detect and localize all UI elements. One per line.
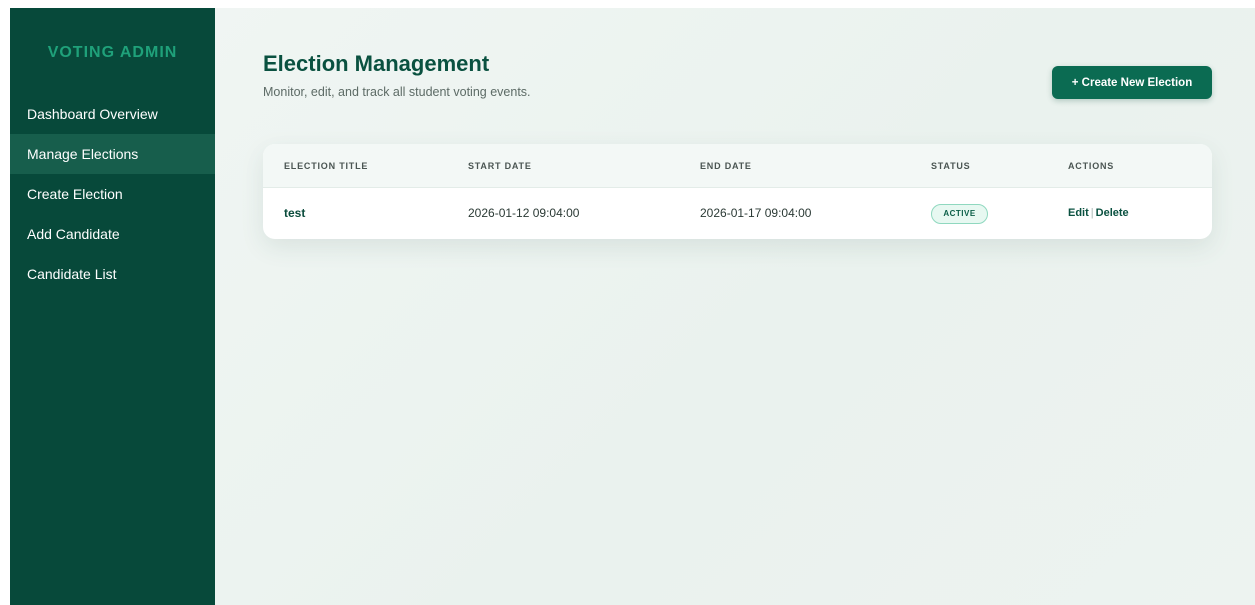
delete-link[interactable]: Delete bbox=[1096, 207, 1129, 219]
status-badge: ACTIVE bbox=[931, 204, 988, 224]
table-header: ELECTION TITLE START DATE END DATE STATU… bbox=[263, 144, 1212, 188]
row-actions: Edit | Delete bbox=[1068, 188, 1129, 239]
table-row: test 2026-01-12 09:04:00 2026-01-17 09:0… bbox=[263, 188, 1212, 239]
main-content: Election Management Monitor, edit, and t… bbox=[215, 8, 1255, 605]
column-header-start-date: START DATE bbox=[468, 161, 532, 171]
brand-logo-text: VOTING ADMIN bbox=[47, 44, 178, 61]
election-title-cell: test bbox=[284, 206, 306, 220]
sidebar-item-add-candidate[interactable]: Add Candidate bbox=[10, 214, 215, 254]
sidebar: VOTING ADMIN Dashboard Overview Manage E… bbox=[10, 8, 215, 605]
page-title: Election Management bbox=[263, 51, 490, 76]
app-frame: VOTING ADMIN Dashboard Overview Manage E… bbox=[10, 8, 1255, 605]
sidebar-item-candidate-list[interactable]: Candidate List bbox=[10, 254, 215, 294]
end-date-cell: 2026-01-17 09:04:00 bbox=[700, 206, 812, 220]
column-header-actions: ACTIONS bbox=[1068, 161, 1115, 171]
page-subtitle: Monitor, edit, and track all student vot… bbox=[263, 85, 531, 99]
edit-link[interactable]: Edit bbox=[1068, 207, 1089, 219]
column-header-end-date: END DATE bbox=[700, 161, 752, 171]
elections-table: ELECTION TITLE START DATE END DATE STATU… bbox=[263, 144, 1212, 239]
column-header-election-title: ELECTION TITLE bbox=[284, 161, 369, 171]
sidebar-item-create-election[interactable]: Create Election bbox=[10, 174, 215, 214]
start-date-cell: 2026-01-12 09:04:00 bbox=[468, 206, 580, 220]
sidebar-nav: Dashboard Overview Manage Elections Crea… bbox=[10, 94, 215, 294]
sidebar-item-manage-elections[interactable]: Manage Elections bbox=[10, 134, 215, 174]
sidebar-item-dashboard-overview[interactable]: Dashboard Overview bbox=[10, 94, 215, 134]
create-new-election-button[interactable]: + Create New Election bbox=[1052, 66, 1212, 99]
action-separator: | bbox=[1090, 207, 1094, 219]
column-header-status: STATUS bbox=[931, 161, 971, 171]
